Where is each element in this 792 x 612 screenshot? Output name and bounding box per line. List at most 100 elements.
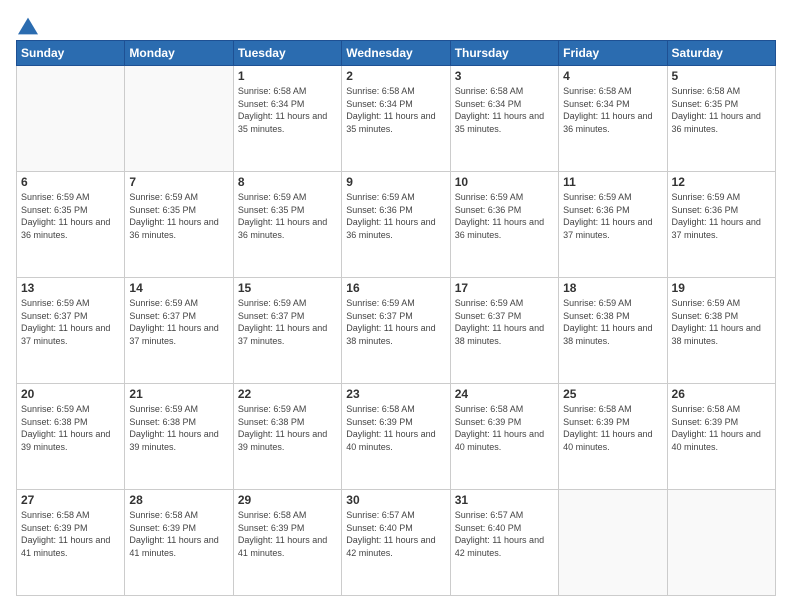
weekday-friday: Friday [559,41,667,66]
weekday-saturday: Saturday [667,41,775,66]
day-info: Sunrise: 6:58 AM Sunset: 6:39 PM Dayligh… [346,403,445,453]
day-info: Sunrise: 6:58 AM Sunset: 6:34 PM Dayligh… [455,85,554,135]
day-cell: 29Sunrise: 6:58 AM Sunset: 6:39 PM Dayli… [233,490,341,596]
day-info: Sunrise: 6:59 AM Sunset: 6:36 PM Dayligh… [455,191,554,241]
day-cell: 11Sunrise: 6:59 AM Sunset: 6:36 PM Dayli… [559,172,667,278]
day-info: Sunrise: 6:58 AM Sunset: 6:34 PM Dayligh… [346,85,445,135]
day-cell: 1 Sunrise: 6:58 AM Sunset: 6:34 PM Daylig… [233,66,341,172]
day-cell: 6Sunrise: 6:59 AM Sunset: 6:35 PM Daylig… [17,172,125,278]
day-cell: 22 Sunrise: 6:59 AM Sunset: 6:38 PM Dayli… [233,384,341,490]
day-cell [17,66,125,172]
weekday-tuesday: Tuesday [233,41,341,66]
day-info: Sunrise: 6:59 AM Sunset: 6:37 PM Dayligh… [21,297,120,347]
day-info: Sunrise: 6:58 AM Sunset: 6:39 PM Dayligh… [238,509,337,559]
day-cell: 26 Sunrise: 6:58 AM Sunset: 6:39 PM Dayli… [667,384,775,490]
day-cell: 7Sunrise: 6:59 AM Sunset: 6:35 PM Daylig… [125,172,233,278]
day-number: 24 [455,387,554,401]
day-cell: 28Sunrise: 6:58 AM Sunset: 6:39 PM Dayli… [125,490,233,596]
day-cell: 10 Sunrise: 6:59 AM Sunset: 6:36 PM Dayli… [450,172,558,278]
day-info: Sunrise: 6:59 AM Sunset: 6:37 PM Dayligh… [129,297,228,347]
day-cell: 12 Sunrise: 6:59 AM Sunset: 6:36 PM Dayli… [667,172,775,278]
page: SundayMondayTuesdayWednesdayThursdayFrid… [0,0,792,612]
day-cell [125,66,233,172]
day-info: Sunrise: 6:59 AM Sunset: 6:36 PM Dayligh… [563,191,662,241]
day-number: 31 [455,493,554,507]
day-info: Sunrise: 6:58 AM Sunset: 6:39 PM Dayligh… [563,403,662,453]
day-number: 8 [238,175,337,189]
day-info: Sunrise: 6:59 AM Sunset: 6:38 PM Dayligh… [672,297,771,347]
day-cell: 25 Sunrise: 6:58 AM Sunset: 6:39 PM Dayli… [559,384,667,490]
weekday-sunday: Sunday [17,41,125,66]
day-number: 9 [346,175,445,189]
day-cell: 3 Sunrise: 6:58 AM Sunset: 6:34 PM Daylig… [450,66,558,172]
day-cell: 31 Sunrise: 6:57 AM Sunset: 6:40 PM Dayli… [450,490,558,596]
day-number: 5 [672,69,771,83]
day-number: 19 [672,281,771,295]
logo [16,16,38,30]
day-info: Sunrise: 6:59 AM Sunset: 6:38 PM Dayligh… [21,403,120,453]
day-cell: 24 Sunrise: 6:58 AM Sunset: 6:39 PM Dayli… [450,384,558,490]
day-number: 12 [672,175,771,189]
day-number: 28 [129,493,228,507]
weekday-wednesday: Wednesday [342,41,450,66]
day-number: 22 [238,387,337,401]
weekday-thursday: Thursday [450,41,558,66]
day-info: Sunrise: 6:57 AM Sunset: 6:40 PM Dayligh… [455,509,554,559]
day-info: Sunrise: 6:59 AM Sunset: 6:37 PM Dayligh… [346,297,445,347]
day-number: 4 [563,69,662,83]
week-row-2: 13 Sunrise: 6:59 AM Sunset: 6:37 PM Dayli… [17,278,776,384]
day-cell: 19 Sunrise: 6:59 AM Sunset: 6:38 PM Dayli… [667,278,775,384]
day-number: 16 [346,281,445,295]
day-info: Sunrise: 6:59 AM Sunset: 6:37 PM Dayligh… [455,297,554,347]
day-cell: 17 Sunrise: 6:59 AM Sunset: 6:37 PM Dayli… [450,278,558,384]
day-number: 7 [129,175,228,189]
day-info: Sunrise: 6:59 AM Sunset: 6:36 PM Dayligh… [346,191,445,241]
day-number: 2 [346,69,445,83]
day-info: Sunrise: 6:59 AM Sunset: 6:37 PM Dayligh… [238,297,337,347]
day-number: 10 [455,175,554,189]
logo-icon [18,16,38,36]
day-cell: 23 Sunrise: 6:58 AM Sunset: 6:39 PM Dayli… [342,384,450,490]
day-number: 13 [21,281,120,295]
day-cell: 18Sunrise: 6:59 AM Sunset: 6:38 PM Dayli… [559,278,667,384]
day-info: Sunrise: 6:59 AM Sunset: 6:36 PM Dayligh… [672,191,771,241]
day-info: Sunrise: 6:58 AM Sunset: 6:34 PM Dayligh… [563,85,662,135]
day-cell: 5 Sunrise: 6:58 AM Sunset: 6:35 PM Daylig… [667,66,775,172]
day-number: 25 [563,387,662,401]
day-number: 20 [21,387,120,401]
day-info: Sunrise: 6:57 AM Sunset: 6:40 PM Dayligh… [346,509,445,559]
day-cell [559,490,667,596]
day-cell: 15 Sunrise: 6:59 AM Sunset: 6:37 PM Dayli… [233,278,341,384]
day-number: 3 [455,69,554,83]
day-info: Sunrise: 6:59 AM Sunset: 6:35 PM Dayligh… [238,191,337,241]
day-info: Sunrise: 6:58 AM Sunset: 6:39 PM Dayligh… [21,509,120,559]
day-info: Sunrise: 6:58 AM Sunset: 6:39 PM Dayligh… [455,403,554,453]
day-number: 17 [455,281,554,295]
day-info: Sunrise: 6:59 AM Sunset: 6:38 PM Dayligh… [238,403,337,453]
day-cell: 2 Sunrise: 6:58 AM Sunset: 6:34 PM Daylig… [342,66,450,172]
day-number: 1 [238,69,337,83]
day-info: Sunrise: 6:58 AM Sunset: 6:35 PM Dayligh… [672,85,771,135]
weekday-header-row: SundayMondayTuesdayWednesdayThursdayFrid… [17,41,776,66]
day-cell: 13 Sunrise: 6:59 AM Sunset: 6:37 PM Dayli… [17,278,125,384]
week-row-1: 6 Sunrise: 6:59 AM Sunset: 6:35 PM Daylig… [17,172,776,278]
day-info: Sunrise: 6:58 AM Sunset: 6:34 PM Dayligh… [238,85,337,135]
day-number: 15 [238,281,337,295]
day-number: 23 [346,387,445,401]
week-row-4: 27Sunrise: 6:58 AM Sunset: 6:39 PM Dayli… [17,490,776,596]
day-number: 14 [129,281,228,295]
day-cell: 9 Sunrise: 6:59 AM Sunset: 6:36 PM Daylig… [342,172,450,278]
day-cell: 27Sunrise: 6:58 AM Sunset: 6:39 PM Dayli… [17,490,125,596]
day-number: 18 [563,281,662,295]
day-number: 26 [672,387,771,401]
day-number: 6 [21,175,120,189]
day-cell: 30 Sunrise: 6:57 AM Sunset: 6:40 PM Dayli… [342,490,450,596]
weekday-monday: Monday [125,41,233,66]
day-cell: 4 Sunrise: 6:58 AM Sunset: 6:34 PM Daylig… [559,66,667,172]
day-cell [667,490,775,596]
day-info: Sunrise: 6:58 AM Sunset: 6:39 PM Dayligh… [672,403,771,453]
calendar-table: SundayMondayTuesdayWednesdayThursdayFrid… [16,40,776,596]
week-row-0: 1 Sunrise: 6:58 AM Sunset: 6:34 PM Daylig… [17,66,776,172]
header [16,16,776,30]
day-number: 30 [346,493,445,507]
